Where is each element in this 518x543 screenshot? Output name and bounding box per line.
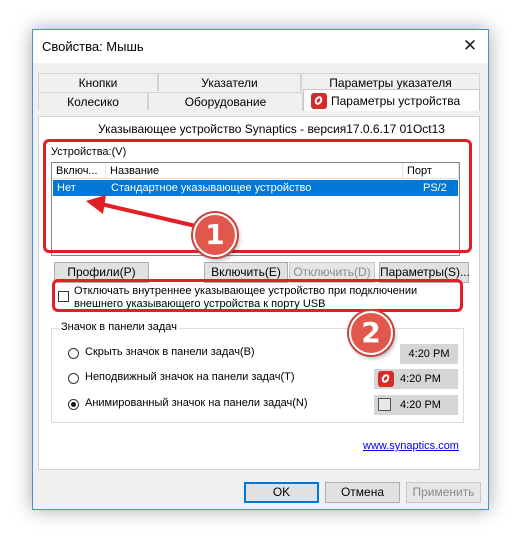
synaptics-icon	[311, 93, 327, 109]
annotation-arrow	[86, 195, 214, 232]
annotation-badge-2: 2	[349, 311, 393, 355]
annotation-badge-1: 1	[193, 213, 237, 257]
tab-label: Параметры устройства	[331, 94, 461, 108]
tab-device-settings[interactable]: Параметры устройства	[303, 89, 480, 111]
